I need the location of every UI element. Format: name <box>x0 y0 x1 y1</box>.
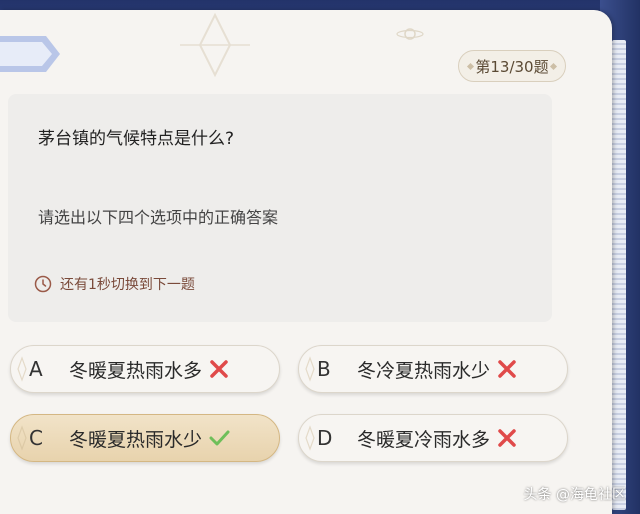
option-b-button[interactable]: B 冬冷夏热雨水少 <box>298 345 568 393</box>
option-text: 冬暖夏热雨水多 <box>69 359 203 382</box>
option-d-button[interactable]: D 冬暖夏冷雨水多 <box>298 414 568 462</box>
option-ornament-icon <box>305 356 315 382</box>
wrong-cross-icon <box>498 429 516 447</box>
option-text: 冬暖夏冷雨水多 <box>357 428 491 451</box>
option-ornament-icon <box>17 425 27 451</box>
wrong-cross-icon <box>498 360 516 378</box>
option-text: 冬暖夏热雨水少 <box>69 428 203 451</box>
option-c-button[interactable]: C 冬暖夏热雨水少 <box>10 414 280 462</box>
correct-check-icon <box>209 430 230 446</box>
option-ornament-icon <box>17 356 27 382</box>
question-counter: 第13/30题 <box>458 50 566 82</box>
option-text: 冬冷夏热雨水少 <box>357 359 491 382</box>
question-text: 茅台镇的气候特点是什么? <box>38 129 235 149</box>
option-a-button[interactable]: A 冬暖夏热雨水多 <box>10 345 280 393</box>
timer-label: 还有1秒切换到下一题 <box>60 277 195 293</box>
book-page-edges <box>612 40 626 510</box>
option-ornament-icon <box>305 425 315 451</box>
ribbon-decoration-icon <box>0 36 60 72</box>
clock-icon <box>34 275 52 293</box>
planet-decoration-icon <box>396 28 424 40</box>
question-panel: 茅台镇的气候特点是什么? 请选出以下四个选项中的正确答案 还有1秒切换到下一题 <box>8 94 552 322</box>
countdown-timer: 还有1秒切换到下一题 <box>34 274 195 294</box>
wrong-cross-icon <box>210 360 228 378</box>
ornament-decoration-icon <box>180 12 250 78</box>
instruction-text: 请选出以下四个选项中的正确答案 <box>38 208 279 227</box>
watermark-text: 头条 @海龟社区 <box>523 487 626 503</box>
